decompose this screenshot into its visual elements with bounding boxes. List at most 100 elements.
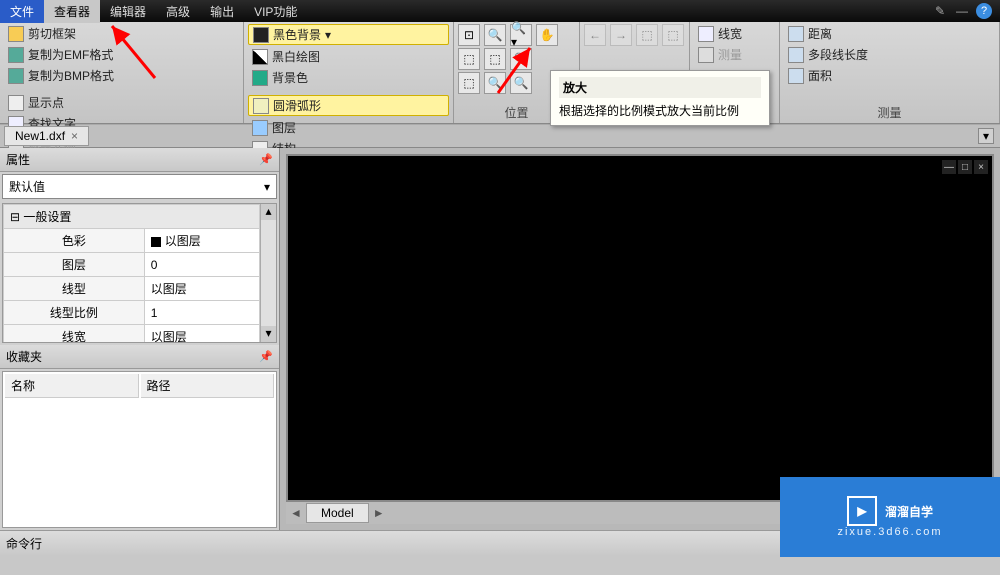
menu-output[interactable]: 输出: [200, 0, 244, 23]
label: 剪切框架: [28, 25, 76, 42]
watermark-text: 溜溜自学: [885, 503, 933, 520]
section-general[interactable]: 一般设置: [4, 205, 260, 229]
group-measure-label: 测量: [784, 102, 995, 121]
tooltip-body: 根据选择的比例模式放大当前比例: [559, 102, 761, 119]
distance-button[interactable]: 距离: [784, 24, 995, 43]
zoom-out-button[interactable]: 🔍: [510, 48, 532, 70]
emf-icon: [8, 47, 24, 63]
minimize-icon[interactable]: —: [954, 3, 970, 19]
tabs-dropdown[interactable]: ▾: [978, 128, 994, 144]
menu-file[interactable]: 文件: [0, 0, 44, 23]
label: 黑白绘图: [272, 48, 320, 65]
nav-fwd-button: →: [610, 24, 632, 46]
arc-icon: [253, 98, 269, 114]
prop-value[interactable]: 以图层: [144, 325, 259, 344]
watermark: ▶ 溜溜自学 zixue.3d66.com: [780, 477, 1000, 557]
pencil-icon[interactable]: ✎: [932, 3, 948, 19]
panel-title: 收藏夹: [6, 348, 42, 365]
linewidth-icon: [698, 26, 714, 42]
scrollbar[interactable]: ▴▾: [260, 204, 276, 342]
show-point-button[interactable]: 显示点: [4, 93, 239, 112]
menu-bar: 文件 查看器 编辑器 高级 输出 VIP功能 ✎ — ?: [0, 0, 1000, 22]
bg-color-button[interactable]: 背景色: [248, 68, 449, 87]
canvas-min-icon[interactable]: —: [942, 160, 956, 174]
cut-frame-button[interactable]: 剪切框架: [4, 24, 239, 43]
label: 背景色: [272, 69, 308, 86]
copy-emf-button[interactable]: 复制为EMF格式: [4, 45, 239, 64]
layers-icon: [252, 120, 268, 136]
nav-a-button: ⬚: [636, 24, 658, 46]
label: 圆滑弧形: [273, 97, 321, 114]
tab-model[interactable]: Model: [306, 503, 369, 523]
combo-value: 默认值: [9, 178, 45, 195]
distance-icon: [788, 26, 804, 42]
menu-editor[interactable]: 编辑器: [100, 0, 156, 23]
col-path[interactable]: 路径: [141, 374, 275, 398]
help-icon[interactable]: ?: [976, 3, 992, 19]
palette-icon: [252, 70, 268, 86]
nav-b-button: ⬚: [662, 24, 684, 46]
watermark-url: zixue.3d66.com: [837, 526, 942, 538]
label: 复制为EMF格式: [28, 46, 113, 63]
canvas-max-icon[interactable]: □: [958, 160, 972, 174]
black-bg-button[interactable]: 黑色背景▾: [248, 24, 449, 45]
command-label: 命令行: [6, 535, 42, 552]
polyline-length-button[interactable]: 多段线长度: [784, 45, 995, 64]
menu-viewer[interactable]: 查看器: [44, 0, 100, 23]
prop-key: 线型比例: [4, 301, 145, 325]
close-icon[interactable]: ×: [71, 129, 78, 143]
canvas-close-icon[interactable]: ×: [974, 160, 988, 174]
favorites-header: 收藏夹 📌: [0, 345, 279, 369]
linewidth-button[interactable]: 线宽: [694, 24, 775, 43]
tab-prev-icon[interactable]: ◄: [286, 506, 306, 520]
layer-button[interactable]: 图层: [248, 118, 449, 137]
pin-icon[interactable]: 📌: [259, 153, 273, 166]
tab-label: New1.dxf: [15, 129, 65, 143]
zoom-a-button[interactable]: ⬚: [458, 48, 480, 70]
label: 黑色背景: [273, 26, 321, 43]
label: 图层: [272, 119, 296, 136]
bw-draw-button[interactable]: 黑白绘图: [248, 47, 449, 66]
tooltip: 放大 根据选择的比例模式放大当前比例: [550, 70, 770, 126]
smooth-arc-button[interactable]: 圆滑弧形: [248, 95, 449, 116]
zoom-in-button[interactable]: 🔍▾: [510, 24, 532, 46]
play-icon: ▶: [847, 496, 877, 526]
zoom-d-button[interactable]: 🔍: [484, 72, 506, 94]
menu-vip[interactable]: VIP功能: [244, 0, 307, 23]
zoom-extents-button[interactable]: 🔍: [484, 24, 506, 46]
zoom-b-button[interactable]: ⬚: [484, 48, 506, 70]
prop-value[interactable]: 0: [144, 253, 259, 277]
default-combo[interactable]: 默认值▾: [2, 174, 277, 199]
nav-back-button: ←: [584, 24, 606, 46]
ruler-icon: [698, 47, 714, 63]
label: 测量: [718, 46, 742, 63]
tab-next-icon[interactable]: ►: [369, 506, 389, 520]
prop-key: 色彩: [4, 229, 145, 253]
col-name[interactable]: 名称: [5, 374, 139, 398]
zoom-1-button[interactable]: 🔍: [510, 72, 532, 94]
scissors-icon: [8, 26, 24, 42]
drawing-canvas[interactable]: — □ ×: [286, 154, 994, 502]
contrast-icon: [252, 49, 268, 65]
pan-button[interactable]: ✋: [536, 24, 558, 46]
prop-value[interactable]: 以图层: [144, 277, 259, 301]
properties-header: 属性📌: [0, 148, 279, 172]
property-grid: 一般设置 色彩以图层 图层0 线型以图层 线型比例1 线宽以图层 ▴▾: [2, 203, 277, 343]
label: 面积: [808, 67, 832, 84]
measure-button: 测量: [694, 45, 775, 64]
prop-value[interactable]: 以图层: [144, 229, 259, 253]
area-button[interactable]: 面积: [784, 66, 995, 85]
zoom-c-button[interactable]: ⬚: [458, 72, 480, 94]
zoom-window-button[interactable]: ⊡: [458, 24, 480, 46]
pin-icon[interactable]: 📌: [259, 350, 273, 363]
tab-file1[interactable]: New1.dxf ×: [4, 126, 89, 146]
prop-value[interactable]: 1: [144, 301, 259, 325]
label: 显示点: [28, 94, 64, 111]
menu-advanced[interactable]: 高级: [156, 0, 200, 23]
bg-icon: [253, 27, 269, 43]
prop-key: 线型: [4, 277, 145, 301]
scroll-down-icon[interactable]: ▾: [261, 326, 276, 342]
scroll-up-icon[interactable]: ▴: [261, 204, 276, 220]
label: 复制为BMP格式: [28, 67, 114, 84]
copy-bmp-button[interactable]: 复制为BMP格式: [4, 66, 239, 85]
